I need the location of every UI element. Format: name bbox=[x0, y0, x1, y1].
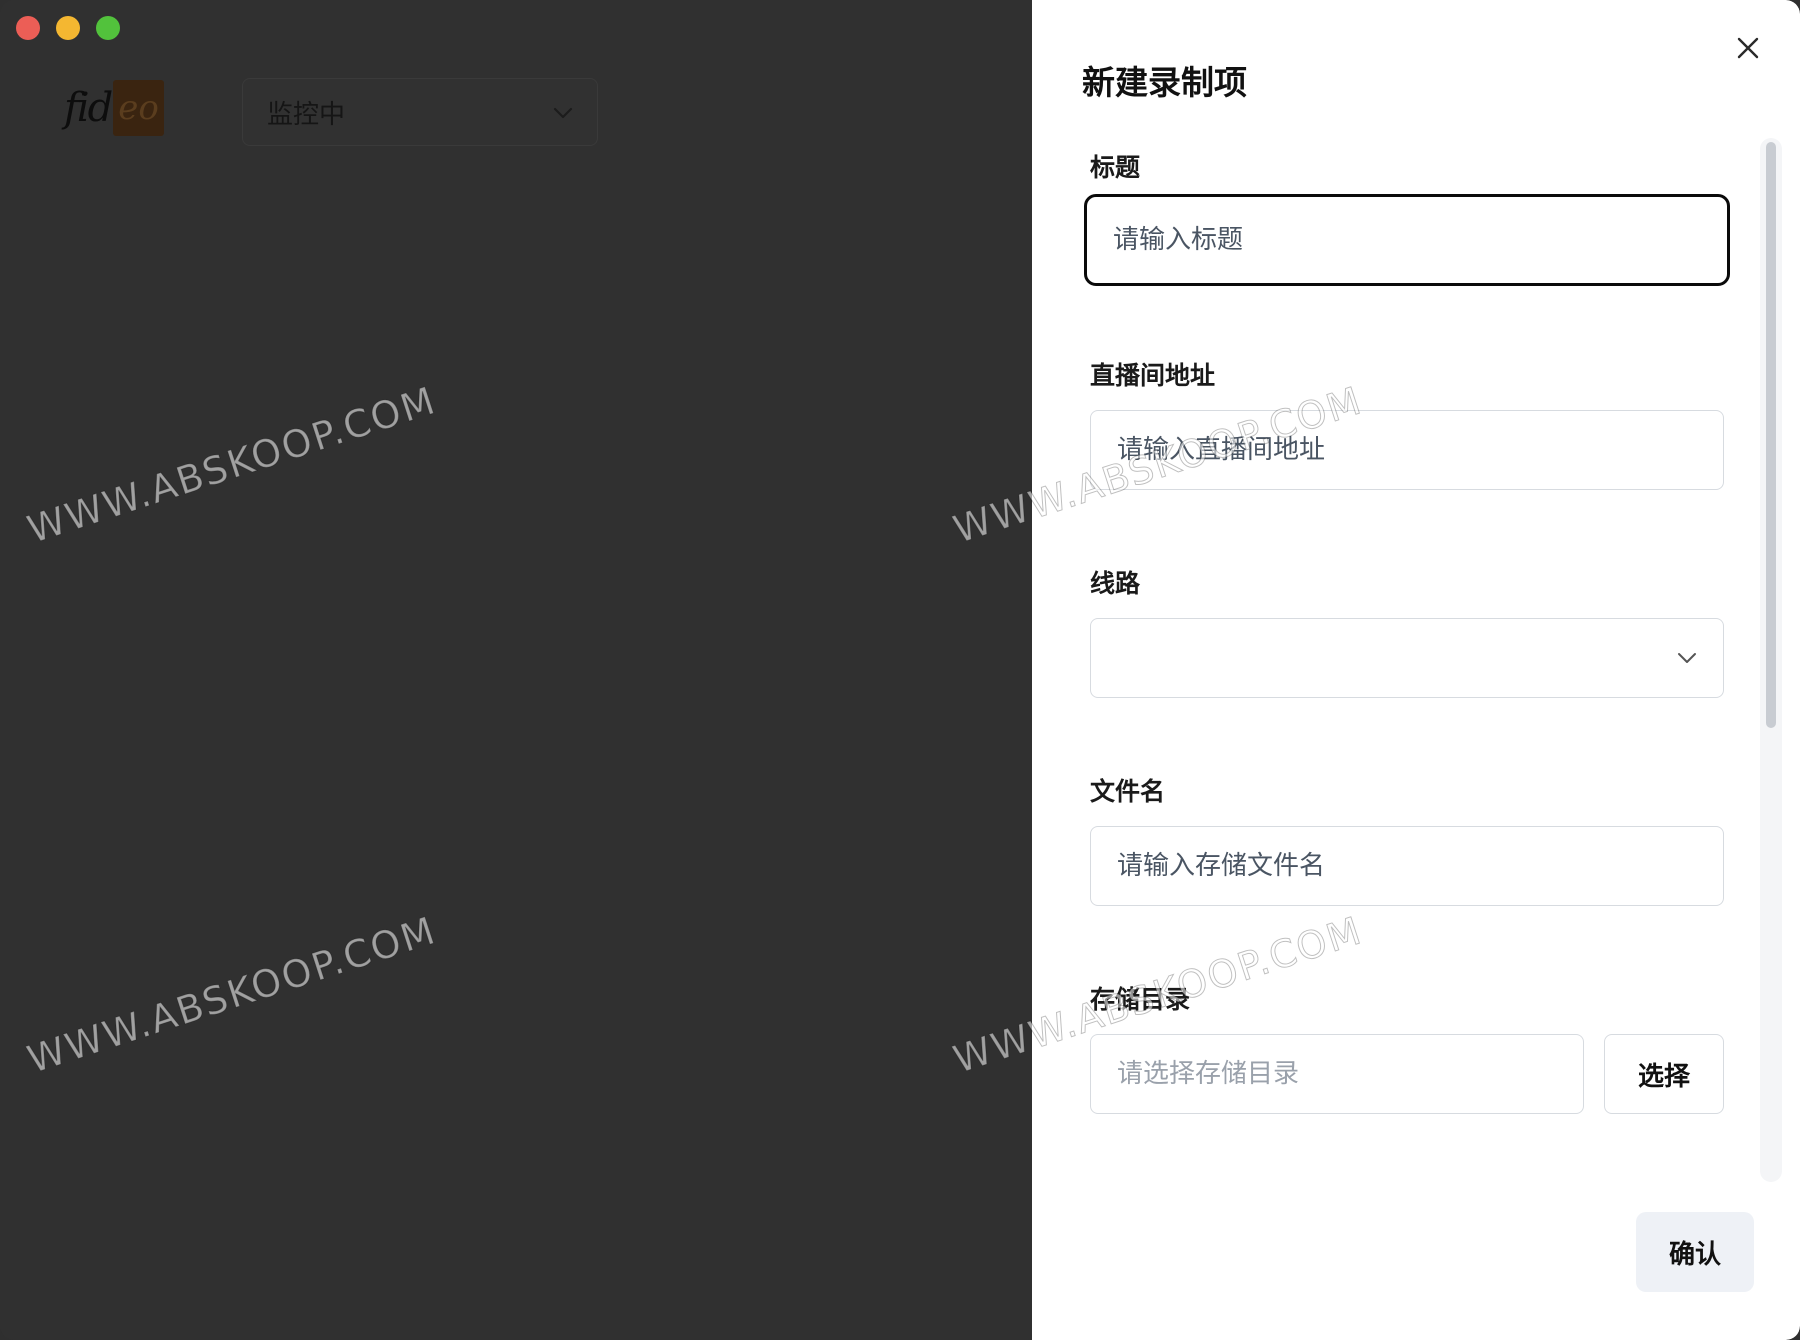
app-window: fid eo 监控中 新建录制项 标题 直播间地址 线路 文件名 存储目录 bbox=[0, 0, 1800, 1340]
directory-label: 存储目录 bbox=[1090, 985, 1191, 1014]
logo-text-left: fid bbox=[64, 85, 113, 131]
window-minimize-button[interactable] bbox=[56, 16, 80, 40]
watermark-text: WWW.ABSKOOP.COM bbox=[21, 378, 442, 553]
new-recording-drawer: 新建录制项 标题 直播间地址 线路 文件名 存储目录 选择 确认 bbox=[1032, 0, 1800, 1340]
title-label: 标题 bbox=[1090, 153, 1141, 182]
title-input[interactable] bbox=[1084, 194, 1730, 286]
line-label: 线路 bbox=[1090, 569, 1141, 598]
status-filter-select[interactable]: 监控中 bbox=[242, 78, 598, 146]
close-icon bbox=[1737, 37, 1759, 59]
confirm-button[interactable]: 确认 bbox=[1636, 1212, 1754, 1292]
choose-directory-button[interactable]: 选择 bbox=[1604, 1034, 1724, 1114]
form-scrollbar-thumb[interactable] bbox=[1766, 142, 1776, 728]
drawer-close-button[interactable] bbox=[1730, 30, 1766, 66]
chevron-down-icon bbox=[553, 100, 573, 125]
directory-input[interactable] bbox=[1090, 1034, 1584, 1114]
drawer-title: 新建录制项 bbox=[1082, 63, 1247, 102]
chevron-down-icon bbox=[1678, 653, 1696, 663]
window-maximize-button[interactable] bbox=[96, 16, 120, 40]
app-logo: fid eo bbox=[64, 80, 164, 136]
filename-label: 文件名 bbox=[1090, 777, 1166, 806]
room-url-label: 直播间地址 bbox=[1090, 361, 1216, 390]
logo-text-right: eo bbox=[113, 80, 164, 136]
window-close-button[interactable] bbox=[16, 16, 40, 40]
line-select[interactable] bbox=[1090, 618, 1724, 698]
window-controls bbox=[16, 16, 120, 40]
watermark-text: WWW.ABSKOOP.COM bbox=[21, 908, 442, 1083]
filename-input[interactable] bbox=[1090, 826, 1724, 906]
room-url-input[interactable] bbox=[1090, 410, 1724, 490]
status-filter-value: 监控中 bbox=[267, 99, 346, 130]
